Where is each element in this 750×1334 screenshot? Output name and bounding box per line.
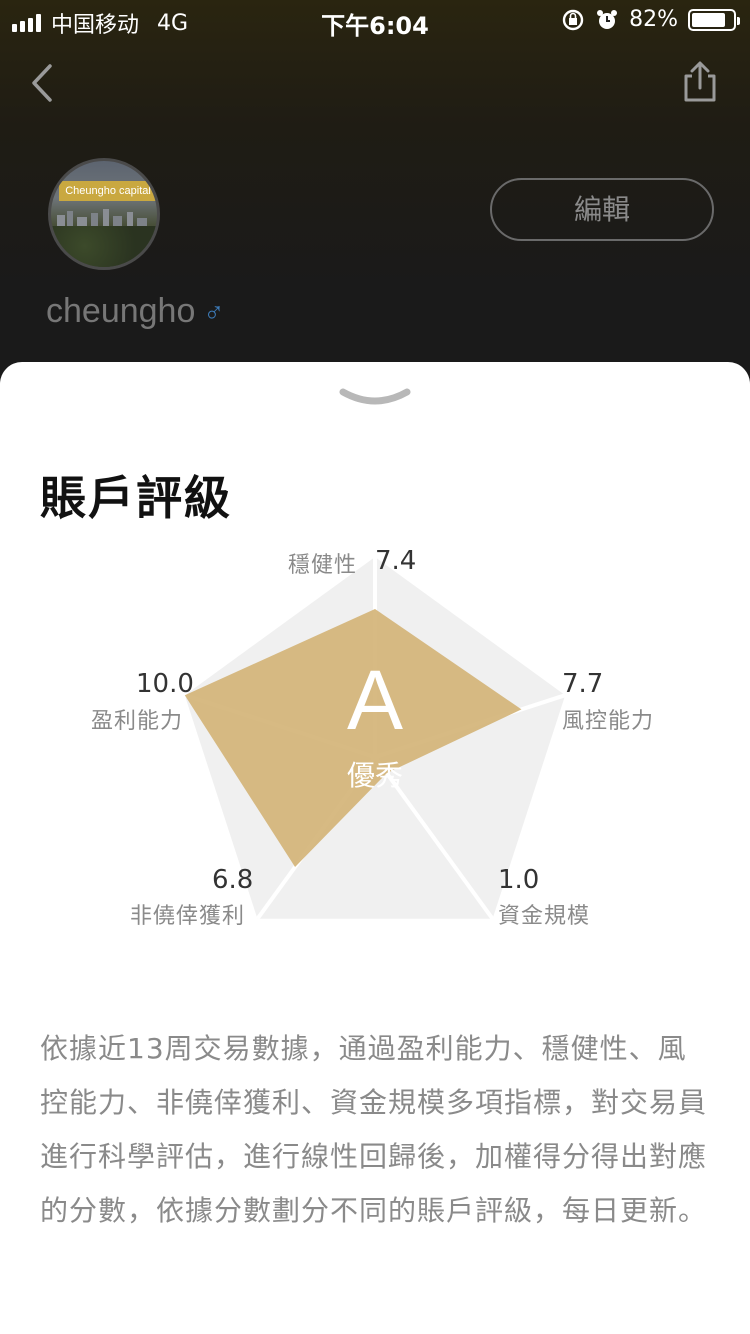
share-button[interactable] xyxy=(678,60,722,104)
metric-value-non-luck: 6.8 xyxy=(212,865,254,895)
rotation-lock-icon xyxy=(562,9,584,30)
collapse-handle[interactable] xyxy=(337,384,413,410)
battery-fill xyxy=(692,12,725,27)
radar-chart: A 優秀 穩健性 7.4 7.7 風控能力 1.0 資金規模 6.8 非僥倖獲利… xyxy=(0,532,750,952)
alarm-icon xyxy=(597,9,618,29)
share-icon xyxy=(684,61,716,102)
avatar-trees-image xyxy=(51,226,157,267)
rating-description: 依據近13周交易數據，通過盈利能力、穩健性、風控能力、非僥倖獲利、資金規模多項指… xyxy=(40,1032,708,1227)
metric-label-capital: 資金規模 xyxy=(498,904,591,929)
metric-value-profitability: 10.0 xyxy=(136,669,194,699)
status-bar: 中国移动 4G 下午6:04 82% xyxy=(0,0,750,40)
grade-label: 優秀 xyxy=(346,759,403,792)
edit-button[interactable]: 編輯 xyxy=(490,178,714,241)
avatar-banner-text: Cheungho capital xyxy=(59,181,157,201)
grade-letter: A xyxy=(346,653,404,747)
chevron-down-icon xyxy=(339,388,411,405)
avatar[interactable]: Cheungho capital xyxy=(48,158,160,270)
status-right: 82% xyxy=(561,7,740,32)
metric-label-profitability: 盈利能力 xyxy=(91,709,184,734)
metric-label-risk-control: 風控能力 xyxy=(562,709,655,734)
chevron-left-icon xyxy=(32,64,52,102)
metric-value-stability: 7.4 xyxy=(375,546,417,576)
back-button[interactable] xyxy=(24,58,64,108)
metric-label-non-luck: 非僥倖獲利 xyxy=(130,904,246,929)
username: cheungho ♂ xyxy=(46,292,224,331)
battery-icon xyxy=(688,8,740,31)
metric-label-stability: 穩健性 xyxy=(288,553,358,578)
metric-value-capital: 1.0 xyxy=(498,865,540,895)
page-title: 賬戶評級 xyxy=(40,471,232,525)
rating-sheet: 賬戶評級 A 優秀 穩健性 7.4 7.7 風控能力 1.0 資金規模 6.8 … xyxy=(0,362,750,1334)
username-text: cheungho xyxy=(46,292,196,330)
battery-percent: 82% xyxy=(629,7,678,32)
metric-value-risk-control: 7.7 xyxy=(562,669,604,699)
male-icon: ♂ xyxy=(203,297,225,328)
